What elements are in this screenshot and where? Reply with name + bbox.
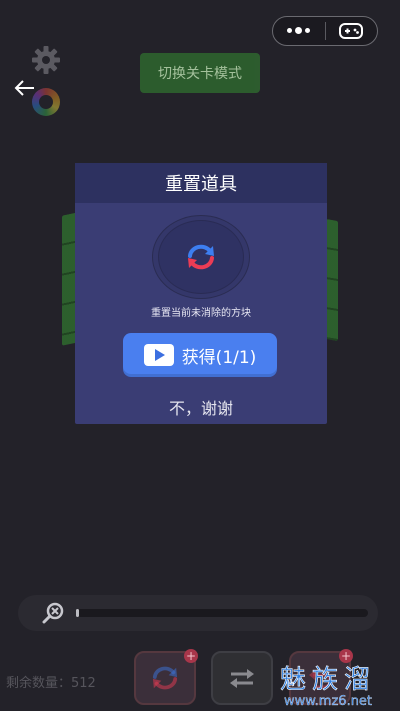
dialog-description: 重置当前未消除的方块 (151, 308, 251, 319)
dismiss-button[interactable]: 不，谢谢 (75, 395, 327, 419)
refresh-badge (151, 215, 251, 299)
gamepad-icon (339, 23, 364, 39)
video-play-icon (143, 344, 174, 366)
board-blocks-right (326, 218, 338, 342)
progress-fill (76, 609, 79, 617)
more-dots-icon (287, 27, 311, 34)
more-button[interactable] (273, 17, 325, 45)
mini-program-capsule (272, 16, 378, 46)
obtain-button[interactable]: 获得(1/1) (123, 333, 277, 377)
reset-item-dialog: 重置道具 重置当前未消除的方块 获得(1/1) 不，谢谢 (75, 163, 327, 424)
gear-icon[interactable] (30, 44, 62, 76)
plus-badge-icon: + (339, 649, 353, 663)
watermark-url: www.mz6.net (283, 694, 373, 709)
refresh-tool-icon (152, 666, 178, 690)
remaining-label: 剩余数量： (6, 676, 72, 691)
remaining-value: 512 (71, 676, 96, 691)
refresh-icon (188, 244, 214, 270)
progress-bar (18, 595, 378, 631)
obtain-button-label: 获得(1/1) (181, 347, 257, 368)
progress-track (76, 609, 368, 617)
color-wheel-icon[interactable] (32, 88, 60, 116)
watermark: 魅族溜 www.mz6.net (258, 666, 398, 709)
swap-arrows-icon (230, 669, 254, 688)
game-center-button[interactable] (326, 17, 378, 45)
game-screen: 切换关卡模式 重置道具 重置当前未消除的方块 获得(1/1) 不，谢谢 剩余数量… (0, 0, 400, 711)
dialog-header: 重置道具 (75, 163, 327, 203)
plus-badge-icon: + (184, 649, 198, 663)
switch-mode-button[interactable]: 切换关卡模式 (140, 53, 260, 93)
watermark-title: 魅族溜 (279, 665, 376, 695)
dialog-title: 重置道具 (165, 174, 237, 195)
magnifier-cross-icon (42, 602, 64, 624)
switch-mode-label: 切换关卡模式 (158, 66, 242, 82)
reset-tool-button[interactable]: + (134, 649, 198, 705)
remaining-count: 剩余数量：512 (6, 672, 96, 691)
